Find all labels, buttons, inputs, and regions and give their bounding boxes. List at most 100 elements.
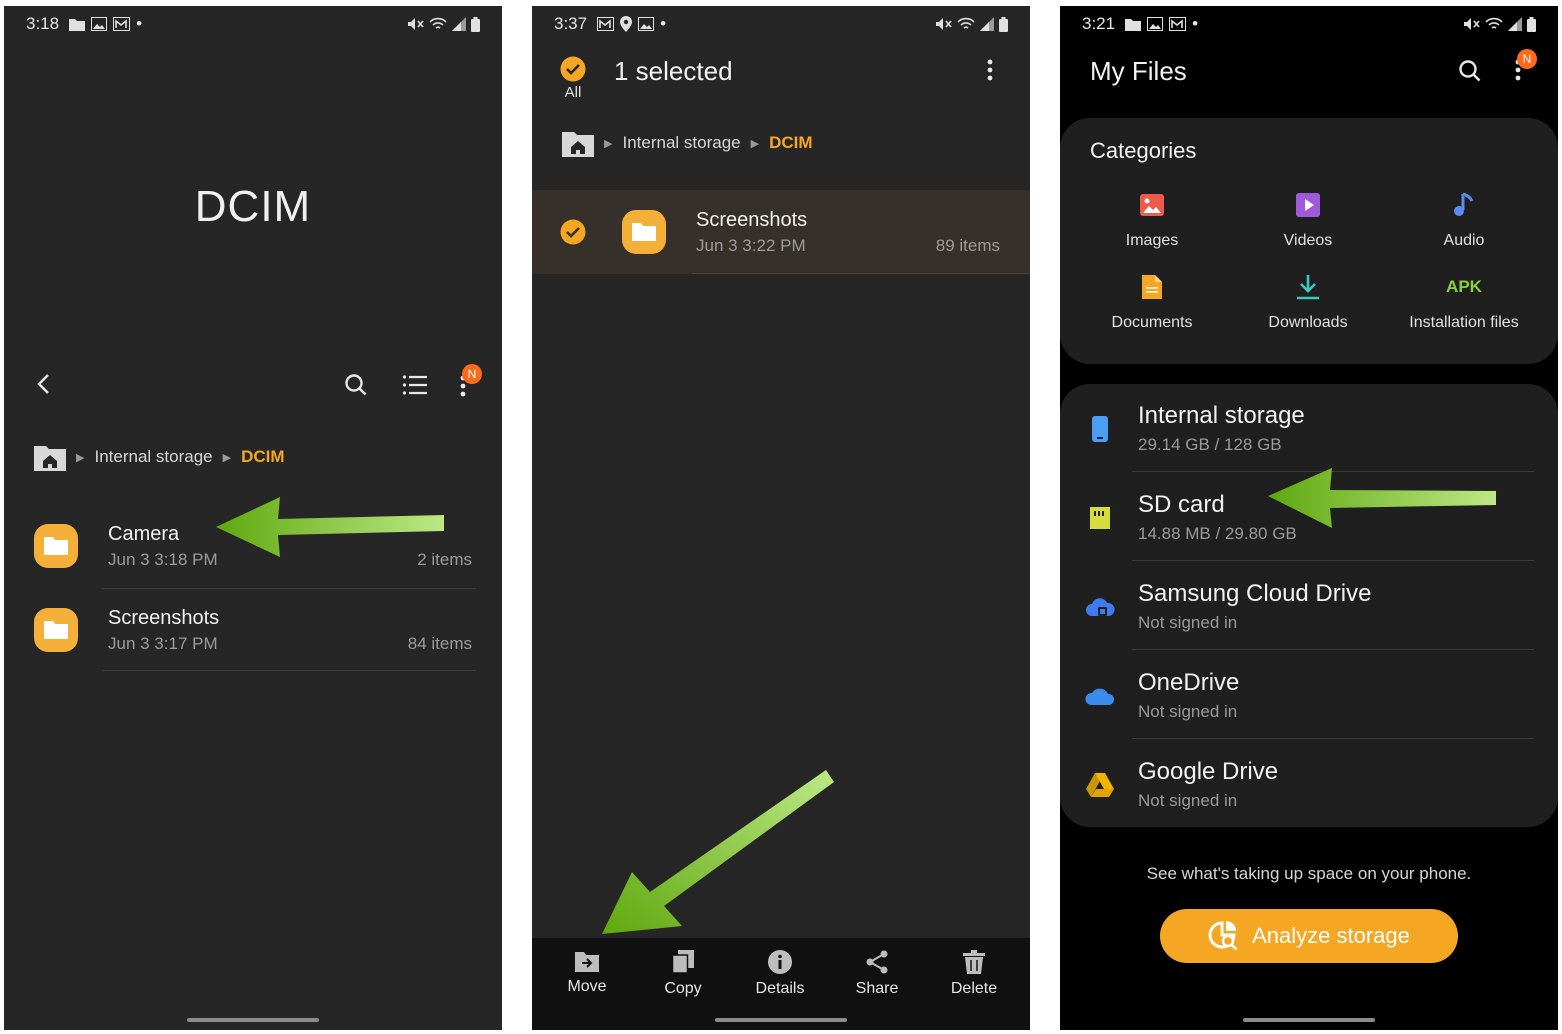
delete-button[interactable]: Delete <box>929 950 1019 998</box>
storage-internal[interactable]: Internal storage 29.14 GB / 128 GB <box>1060 384 1558 472</box>
category-label: Installation files <box>1409 314 1519 331</box>
folder-icon <box>622 210 666 254</box>
breadcrumb-arrow-icon: ▶ <box>604 137 613 150</box>
download-icon <box>1297 275 1319 300</box>
annotation-arrow-sd-card <box>1268 468 1496 528</box>
storage-name: SD card <box>1138 491 1225 518</box>
annotation-arrow-camera <box>216 497 444 557</box>
gallery-notification-icon <box>1169 17 1187 31</box>
details-button[interactable]: Details <box>735 950 825 998</box>
category-label: Audio <box>1443 232 1485 249</box>
home-indicator[interactable] <box>187 1018 319 1022</box>
page-title: My Files <box>1090 56 1187 86</box>
dot-icon: • <box>660 14 667 33</box>
search-icon[interactable] <box>344 373 368 397</box>
folder-count: 84 items <box>407 634 472 653</box>
more-options-icon[interactable] <box>987 58 993 82</box>
select-all-checkbox-icon[interactable] <box>560 56 586 82</box>
storage-tip-text: See what's taking up space on your phone… <box>1146 864 1472 883</box>
copy-icon <box>672 950 694 974</box>
audio-icon <box>1454 192 1474 216</box>
analyze-storage-button[interactable]: Analyze storage <box>1160 909 1458 963</box>
breadcrumb-parent[interactable]: Internal storage <box>622 133 740 153</box>
battery-icon <box>999 16 1008 32</box>
breadcrumb-current: DCIM <box>769 133 813 152</box>
copy-label: Copy <box>664 980 702 997</box>
details-label: Details <box>755 980 805 997</box>
wifi-icon <box>1485 17 1503 29</box>
share-label: Share <box>855 980 899 997</box>
storage-usage: Not signed in <box>1138 702 1238 721</box>
row-divider <box>102 588 476 589</box>
row-divider <box>1132 649 1534 650</box>
image-notification-icon <box>1147 17 1164 31</box>
categories-title: Categories <box>1090 138 1197 163</box>
home-indicator[interactable] <box>1243 1018 1375 1022</box>
row-divider <box>1132 560 1534 561</box>
copy-button[interactable]: Copy <box>638 950 728 998</box>
category-label: Documents <box>1111 314 1193 331</box>
status-time: 3:21 <box>1082 14 1116 33</box>
breadcrumb-arrow-icon: ▶ <box>750 137 760 150</box>
storage-onedrive[interactable]: OneDrive Not signed in <box>1060 651 1558 739</box>
folder-date: Jun 3 3:18 PM <box>108 550 218 569</box>
category-videos[interactable]: Videos <box>1230 188 1386 250</box>
folder-name: Screenshots <box>696 209 808 231</box>
row-divider <box>102 670 476 671</box>
home-indicator[interactable] <box>715 1018 847 1022</box>
mute-icon <box>408 18 424 30</box>
category-downloads[interactable]: Downloads <box>1230 270 1386 332</box>
sd-card-icon <box>1090 507 1110 529</box>
move-label: Move <box>567 978 607 995</box>
breadcrumb-parent[interactable]: Internal storage <box>94 447 212 467</box>
folder-count: 89 items <box>935 236 1000 255</box>
storage-usage: Not signed in <box>1138 791 1238 810</box>
storage-name: Samsung Cloud Drive <box>1138 580 1372 607</box>
wifi-icon <box>429 17 447 29</box>
status-bar: 3:37 • <box>554 12 1008 36</box>
folder-icon <box>34 608 78 652</box>
status-bar: 3:18 • <box>26 12 480 36</box>
signal-icon <box>452 17 466 31</box>
location-icon <box>620 16 633 32</box>
delete-label: Delete <box>950 980 998 997</box>
list-view-icon[interactable] <box>402 374 428 396</box>
storage-name: Google Drive <box>1138 758 1279 785</box>
back-icon[interactable] <box>34 372 54 396</box>
phone-icon <box>1092 416 1108 442</box>
category-images[interactable]: Images <box>1074 188 1230 250</box>
home-folder-icon[interactable] <box>34 443 66 471</box>
page-title: DCIM <box>194 182 312 231</box>
gallery-notification-icon <box>113 17 131 31</box>
notification-badge: N <box>462 364 482 384</box>
wifi-icon <box>957 17 975 29</box>
selected-folder-row[interactable]: Screenshots Jun 3 3:22 PM 89 items <box>532 190 1030 274</box>
category-label: Images <box>1125 232 1179 249</box>
storage-name: Internal storage <box>1138 402 1305 429</box>
search-icon[interactable] <box>1458 59 1482 83</box>
mute-icon <box>936 18 952 30</box>
category-documents[interactable]: Documents <box>1074 270 1230 332</box>
battery-icon <box>471 16 480 32</box>
category-installation-files[interactable]: APK Installation files <box>1386 270 1542 332</box>
breadcrumb: ▶ Internal storage ▶ DCIM <box>34 443 285 471</box>
dot-icon: • <box>1192 14 1199 33</box>
row-checkbox-icon[interactable] <box>560 219 586 245</box>
folder-row-screenshots[interactable]: Screenshots Jun 3 3:17 PM 84 items <box>4 590 502 674</box>
folder-name: Camera <box>108 523 180 545</box>
signal-icon <box>980 17 994 31</box>
gallery-notification-icon <box>597 17 615 31</box>
storage-samsung-cloud[interactable]: Samsung Cloud Drive Not signed in <box>1060 562 1558 650</box>
breadcrumb-current: DCIM <box>241 447 285 466</box>
storage-usage: 29.14 GB / 128 GB <box>1138 435 1282 454</box>
dot-icon: • <box>136 14 143 33</box>
share-button[interactable]: Share <box>832 950 922 998</box>
move-button[interactable]: Move <box>542 950 632 996</box>
home-folder-icon[interactable] <box>562 129 594 157</box>
image-notification-icon <box>91 17 108 31</box>
signal-icon <box>1508 17 1522 31</box>
select-all-label[interactable]: All <box>558 84 588 101</box>
category-audio[interactable]: Audio <box>1386 188 1542 250</box>
storage-google-drive[interactable]: Google Drive Not signed in <box>1060 740 1558 828</box>
google-drive-icon <box>1086 773 1114 797</box>
